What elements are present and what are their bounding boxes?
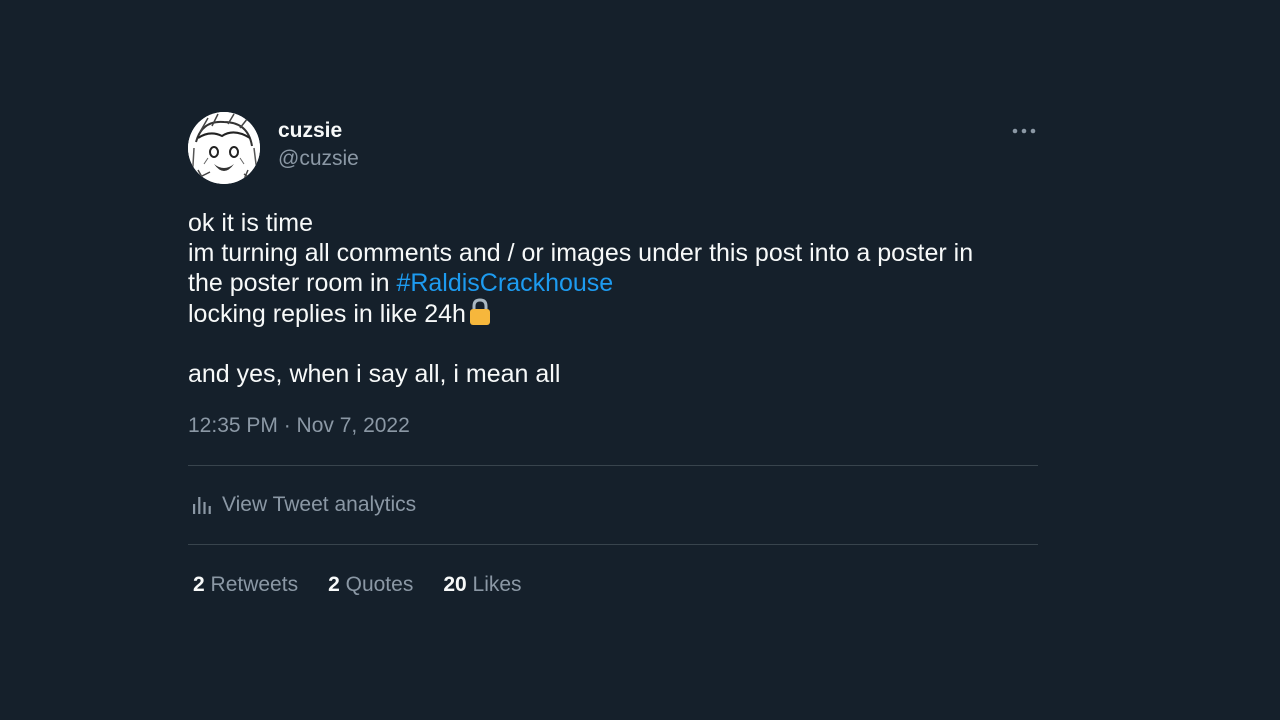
tweet-text-line: ok it is time	[188, 209, 314, 237]
hashtag-link[interactable]: #RaldisCrackhouse	[396, 269, 613, 297]
avatar[interactable]	[188, 112, 260, 184]
tweet-text-line: im turning all comments and / or images …	[188, 239, 974, 267]
tweet-text-line: locking replies in like 24h	[188, 298, 1038, 329]
engagement-stats: 2 Retweets 2 Quotes 20 Likes	[188, 545, 1038, 625]
tweet-text-segment: locking replies in like 24h	[188, 300, 466, 328]
retweets-count: 2	[193, 573, 205, 596]
display-name[interactable]: cuzsie	[278, 118, 359, 144]
likes-stat[interactable]: 20 Likes	[443, 573, 521, 597]
likes-label: Likes	[472, 573, 522, 596]
quotes-stat[interactable]: 2 Quotes	[328, 573, 413, 597]
avatar-image	[188, 112, 260, 184]
analytics-label: View Tweet analytics	[222, 493, 417, 516]
tweet-timestamp[interactable]: 12:35 PM · Nov 7, 2022	[188, 413, 1038, 439]
analytics-icon	[193, 497, 211, 514]
tweet-header: cuzsie @cuzsie	[188, 112, 1038, 184]
quotes-count: 2	[328, 573, 340, 596]
quotes-label: Quotes	[345, 573, 414, 596]
tweet-text-segment: the poster room in	[188, 269, 397, 297]
view-analytics-link[interactable]: View Tweet analytics	[188, 466, 1038, 544]
user-handle[interactable]: @cuzsie	[278, 144, 359, 174]
tweet-text: ok it is time im turning all comments an…	[188, 208, 1038, 389]
author-names: cuzsie @cuzsie	[278, 118, 359, 174]
likes-count: 20	[443, 573, 467, 596]
tweet-text-line: and yes, when i say all, i mean all	[188, 360, 561, 388]
lock-icon	[469, 298, 490, 325]
more-options-button[interactable]	[1010, 120, 1038, 142]
retweets-label: Retweets	[210, 573, 299, 596]
more-options-icon	[1012, 128, 1036, 134]
tweet-text-line: the poster room in #RaldisCrackhouse	[188, 268, 1038, 298]
tweet-detail: cuzsie @cuzsie ok it is time im turning …	[188, 112, 1038, 625]
retweets-stat[interactable]: 2 Retweets	[193, 573, 298, 597]
